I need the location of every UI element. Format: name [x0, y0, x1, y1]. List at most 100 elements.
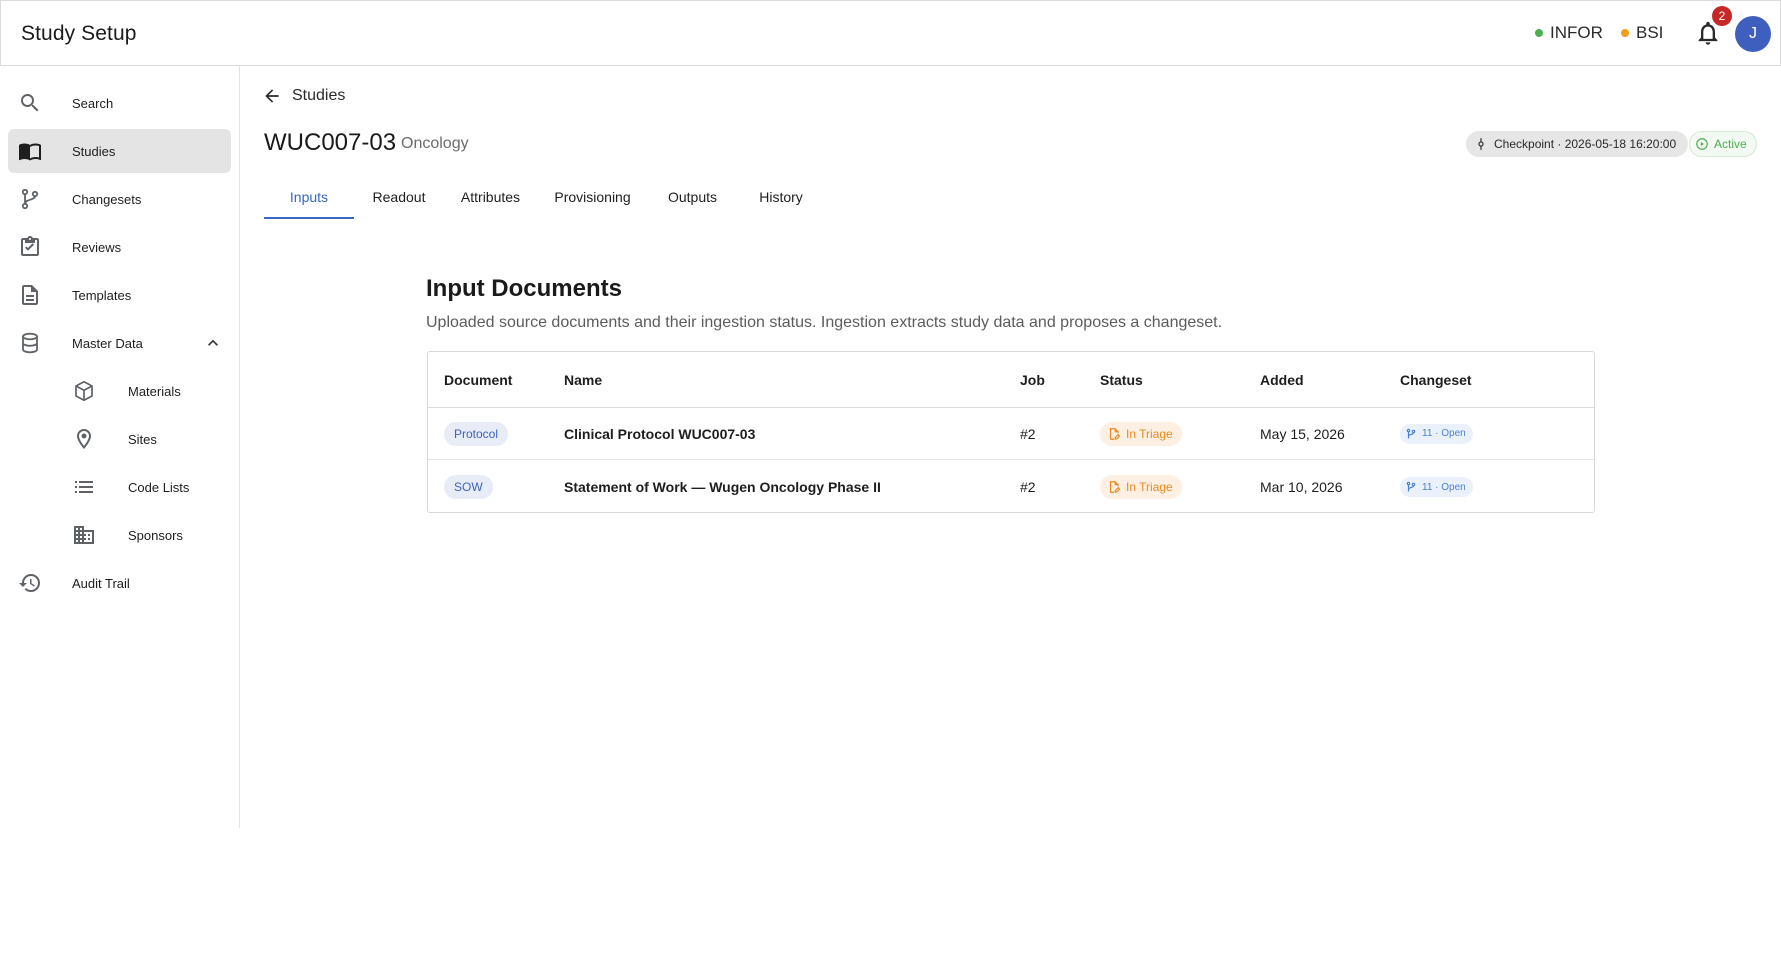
status-chip: In Triage	[1100, 475, 1182, 499]
status-chip-label: In Triage	[1126, 426, 1173, 441]
checkpoint-label: Checkpoint · 2026-05-18 16:20:00	[1494, 137, 1677, 151]
sidebar-item-label: Reviews	[72, 239, 122, 255]
commit-icon	[1478, 138, 1484, 150]
therapeutic-area-label: Oncology	[401, 135, 469, 152]
document-name[interactable]: Statement of Work — Wugen Oncology Phase…	[564, 461, 881, 513]
column-header-changeset: Changeset	[1400, 371, 1472, 388]
sidebar-item-reviews[interactable]: Reviews	[8, 225, 231, 269]
status-cell: In Triage	[1100, 461, 1182, 513]
document-type-chip: Protocol	[444, 421, 509, 446]
column-header-status: Status	[1100, 371, 1143, 388]
sidebar: Search Studies Changesets Reviews Templa…	[0, 66, 240, 828]
tab-provisioning[interactable]: Provisioning	[537, 176, 648, 218]
sidebar-item-studies[interactable]: Studies	[8, 129, 231, 173]
sidebar-item-master-data[interactable]: Master Data	[8, 321, 231, 365]
sidebar-item-label: Sponsors	[128, 527, 183, 543]
app-bar: Study Setup INFOR BSI 2 J	[0, 0, 1781, 66]
job-number: #2	[1020, 479, 1036, 495]
breadcrumb[interactable]: Studies	[262, 86, 345, 106]
clipboard-check-icon	[21, 236, 39, 256]
tab-outputs[interactable]: Outputs	[648, 176, 737, 218]
status-dot-icon	[1621, 29, 1629, 37]
changeset-chip[interactable]: 11 · Open	[1400, 477, 1473, 497]
documents-table: Document Name Job Status Added Changeset…	[427, 351, 1595, 513]
table-row[interactable]: SOW Statement of Work — Wugen Oncology P…	[428, 461, 1594, 513]
edit-document-icon	[1109, 481, 1121, 493]
column-header-name: Name	[564, 371, 603, 388]
sidebar-item-label: Sites	[128, 431, 157, 447]
sidebar-item-label: Code Lists	[128, 479, 190, 495]
notification-badge: 2	[1712, 6, 1732, 26]
list-icon	[75, 481, 93, 493]
column-header-added: Added	[1260, 371, 1304, 388]
sidebar-item-label: Audit Trail	[72, 575, 130, 591]
status-dot-icon	[1535, 29, 1543, 37]
changeset-label: 11 · Open	[1422, 428, 1466, 439]
status-cell: In Triage	[1100, 408, 1182, 459]
section-title: Input Documents	[426, 275, 622, 302]
sidebar-item-label: Templates	[72, 287, 132, 303]
sidebar-item-code-lists[interactable]: Code Lists	[8, 465, 231, 509]
branch-icon	[21, 188, 39, 210]
document-cell: Protocol	[444, 408, 509, 459]
changeset-cell: 11 · Open	[1400, 461, 1473, 513]
column-header-document: Document	[444, 371, 513, 388]
branch-icon	[1406, 481, 1416, 492]
system-label: BSI	[1636, 23, 1664, 42]
added-date: May 15, 2026	[1260, 425, 1345, 442]
tab-bar: Inputs Readout Attributes Provisioning O…	[264, 176, 825, 219]
table-row[interactable]: Protocol Clinical Protocol WUC007-03 #2 …	[428, 408, 1594, 460]
document-cell: SOW	[444, 461, 493, 513]
column-header-job: Job	[1020, 371, 1045, 388]
sidebar-item-materials[interactable]: Materials	[8, 369, 231, 413]
tab-readout[interactable]: Readout	[354, 176, 444, 218]
sidebar-item-label: Studies	[72, 143, 116, 159]
changeset-chip[interactable]: 11 · Open	[1400, 423, 1473, 444]
changeset-cell: 11 · Open	[1400, 408, 1473, 459]
changeset-label: 11 · Open	[1422, 481, 1466, 493]
job-number: #2	[1020, 425, 1036, 442]
sidebar-item-sponsors[interactable]: Sponsors	[8, 513, 231, 557]
sidebar-item-changesets[interactable]: Changesets	[8, 177, 231, 221]
system-label: INFOR	[1550, 23, 1603, 42]
branch-icon	[1406, 428, 1416, 438]
status-chip-label: In Triage	[1126, 480, 1173, 494]
chevron-up-icon[interactable]	[203, 333, 223, 353]
page-title: WUC007-03	[264, 129, 397, 156]
system-status-bsi: BSI	[1621, 23, 1663, 43]
breadcrumb-label[interactable]: Studies	[292, 87, 345, 105]
sidebar-item-audit-trail[interactable]: Audit Trail	[8, 561, 231, 605]
sidebar-item-label: Search	[72, 95, 114, 111]
system-status-infor: INFOR	[1535, 23, 1603, 43]
status-label: Active	[1714, 137, 1747, 151]
added-date: Mar 10, 2026	[1260, 479, 1343, 495]
search-icon	[21, 94, 39, 112]
sidebar-item-label: Materials	[128, 383, 181, 399]
history-icon	[19, 574, 40, 592]
book-icon	[19, 143, 41, 161]
tab-attributes[interactable]: Attributes	[444, 176, 537, 218]
building-icon	[74, 526, 94, 544]
tab-history[interactable]: History	[737, 176, 825, 218]
sidebar-item-label: Master Data	[72, 335, 143, 351]
status-chip: In Triage	[1100, 421, 1182, 446]
arrow-back-icon[interactable]	[262, 86, 282, 106]
sidebar-item-label: Changesets	[72, 191, 142, 207]
sidebar-item-sites[interactable]: Sites	[8, 417, 231, 461]
document-icon	[22, 285, 38, 305]
status-badge: Active	[1689, 131, 1757, 157]
table-header: Document Name Job Status Added Changeset	[428, 352, 1594, 408]
avatar[interactable]: J	[1735, 16, 1771, 52]
sidebar-item-templates[interactable]: Templates	[8, 273, 231, 317]
tab-inputs[interactable]: Inputs	[264, 176, 354, 219]
location-pin-icon	[77, 429, 91, 449]
app-title: Study Setup	[21, 22, 137, 45]
database-icon	[22, 332, 38, 354]
section-description: Uploaded source documents and their inge…	[426, 314, 1223, 331]
cube-icon	[75, 380, 93, 402]
checkpoint-chip[interactable]: Checkpoint · 2026-05-18 16:20:00	[1466, 131, 1689, 157]
sidebar-item-search[interactable]: Search	[8, 81, 231, 125]
play-circle-icon	[1696, 138, 1708, 150]
document-name[interactable]: Clinical Protocol WUC007-03	[564, 408, 755, 459]
document-type-chip: SOW	[444, 475, 493, 499]
